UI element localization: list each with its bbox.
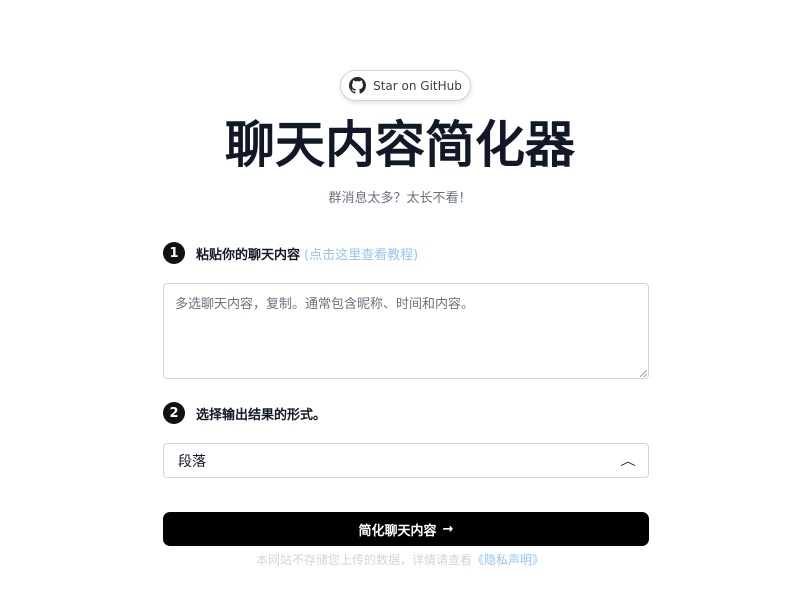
step-1-label: 粘贴你的聊天内容 [196,247,301,263]
privacy-note: 本网站不存储您上传的数据，详情请查看《隐私声明》 [0,551,800,568]
step-2-header: 2 选择输出结果的形式。 [163,402,326,424]
step-1-number-badge: 1 [163,242,185,264]
page-subtitle: 群消息太多？太长不看！ [328,191,472,206]
textarea-resize-handle[interactable] [640,370,647,377]
github-icon [349,77,367,94]
arrow-right-icon: → [442,521,454,537]
chevron-up-icon: ︿ [620,454,636,468]
step-1-header: 1 粘贴你的聊天内容 (点击这里查看教程) [163,242,418,264]
output-format-selected-value: 段落 [178,453,206,470]
page-title: 聊天内容简化器 [225,116,575,174]
simplify-button-label: 简化聊天内容 [358,523,437,539]
chat-content-input[interactable] [163,283,649,379]
privacy-note-text: 本网站不存储您上传的数据，详情请查看 [255,553,472,567]
step-2-number-badge: 2 [163,402,185,424]
simplify-button[interactable]: 简化聊天内容 → [163,512,649,546]
tutorial-link[interactable]: (点击这里查看教程) [304,248,418,263]
output-format-select[interactable]: 段落 ︿ [163,443,649,478]
step-2-label: 选择输出结果的形式。 [196,407,327,423]
star-on-github-label: Star on GitHub [373,78,462,93]
privacy-policy-link[interactable]: 《隐私声明》 [472,553,544,567]
star-on-github-button[interactable]: Star on GitHub [340,70,471,101]
